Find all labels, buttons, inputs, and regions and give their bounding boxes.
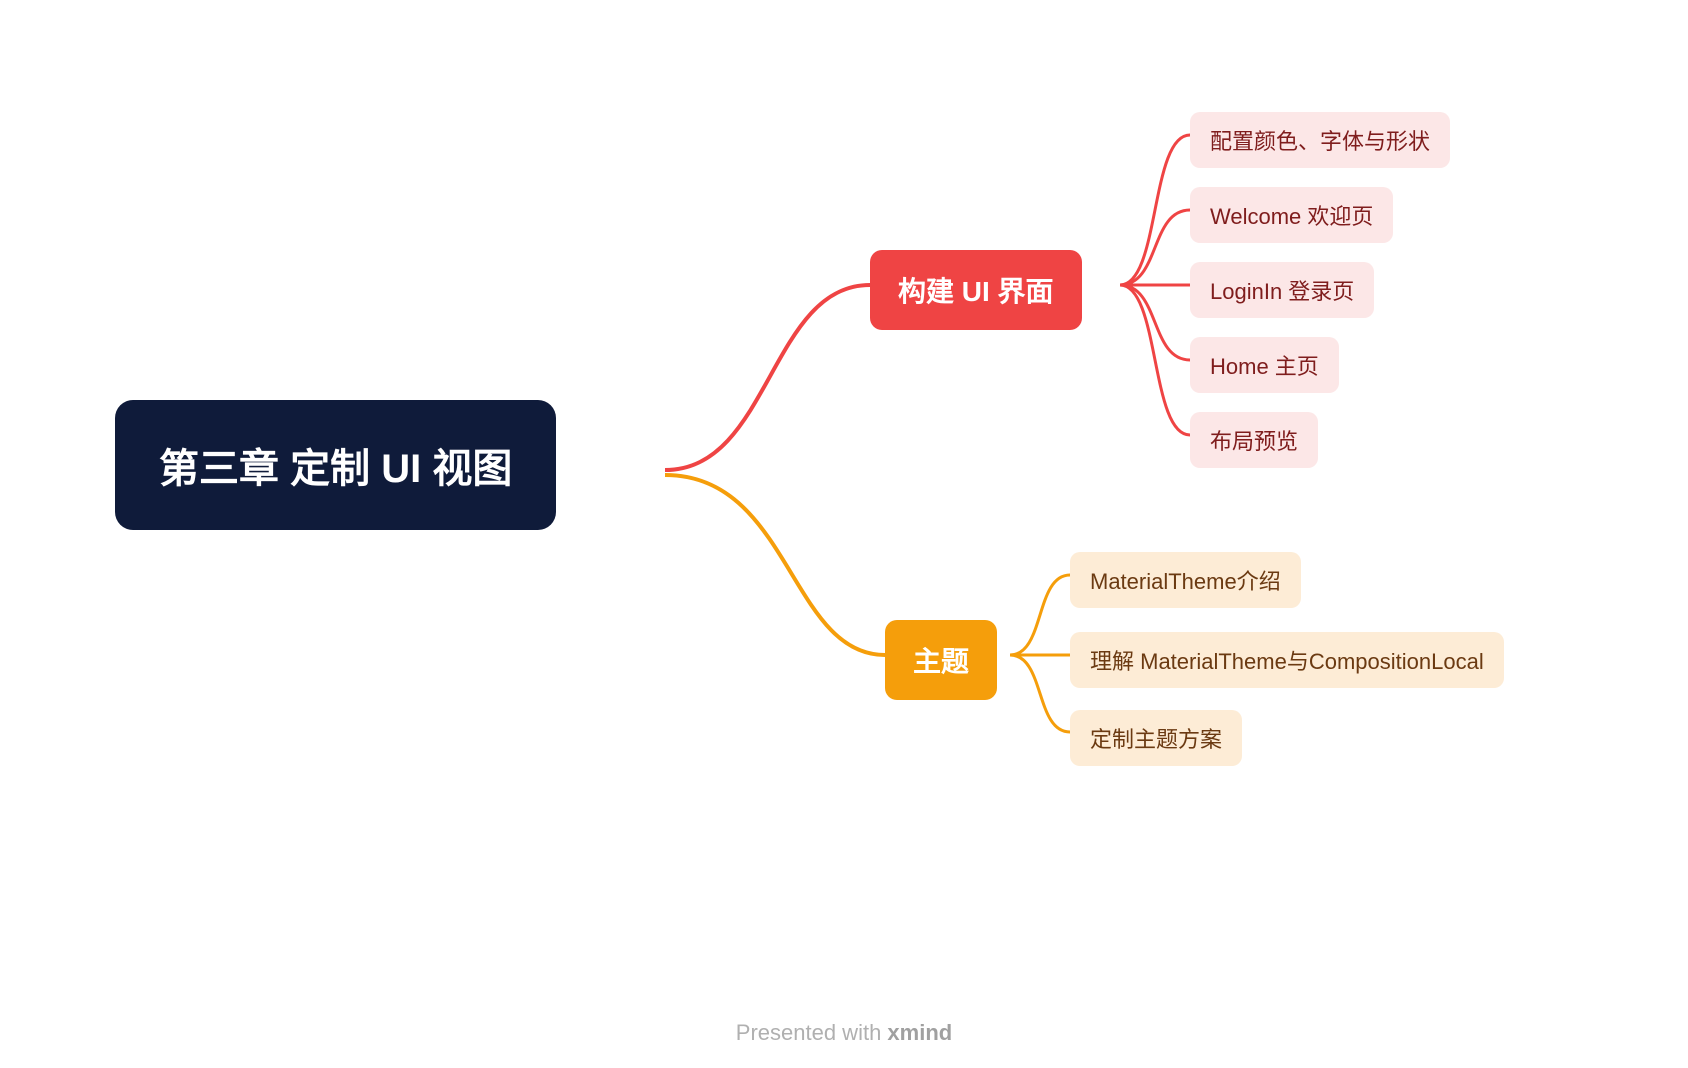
leaf-label: 配置颜色、字体与形状 [1210, 124, 1430, 156]
branch-node-theme[interactable]: 主题 [885, 620, 997, 700]
footer: Presented with xmind [0, 1020, 1688, 1046]
root-node[interactable]: 第三章 定制 UI 视图 [115, 400, 556, 530]
leaf-node[interactable]: LoginIn 登录页 [1190, 262, 1374, 318]
leaf-label: 定制主题方案 [1090, 722, 1222, 754]
leaf-node[interactable]: Home 主页 [1190, 337, 1339, 393]
leaf-node[interactable]: 理解 MaterialTheme与CompositionLocal [1070, 632, 1504, 688]
leaf-label: 理解 MaterialTheme与CompositionLocal [1090, 644, 1484, 676]
leaf-node[interactable]: 定制主题方案 [1070, 710, 1242, 766]
branch-label: 构建 UI 界面 [898, 270, 1054, 310]
leaf-label: MaterialTheme介绍 [1090, 564, 1281, 596]
leaf-node[interactable]: Welcome 欢迎页 [1190, 187, 1393, 243]
leaf-label: Welcome 欢迎页 [1210, 199, 1373, 231]
leaf-node[interactable]: 配置颜色、字体与形状 [1190, 112, 1450, 168]
leaf-node[interactable]: MaterialTheme介绍 [1070, 552, 1301, 608]
mindmap-canvas: 第三章 定制 UI 视图 构建 UI 界面 配置颜色、字体与形状 Welcome… [0, 0, 1688, 1068]
footer-prefix: Presented with [736, 1020, 888, 1045]
branch-node-ui[interactable]: 构建 UI 界面 [870, 250, 1082, 330]
leaf-label: 布局预览 [1210, 424, 1298, 456]
branch-label: 主题 [913, 640, 969, 680]
leaf-label: Home 主页 [1210, 349, 1319, 381]
root-label: 第三章 定制 UI 视图 [159, 436, 512, 494]
leaf-label: LoginIn 登录页 [1210, 274, 1354, 306]
leaf-node[interactable]: 布局预览 [1190, 412, 1318, 468]
footer-brand: xmind [887, 1020, 952, 1045]
